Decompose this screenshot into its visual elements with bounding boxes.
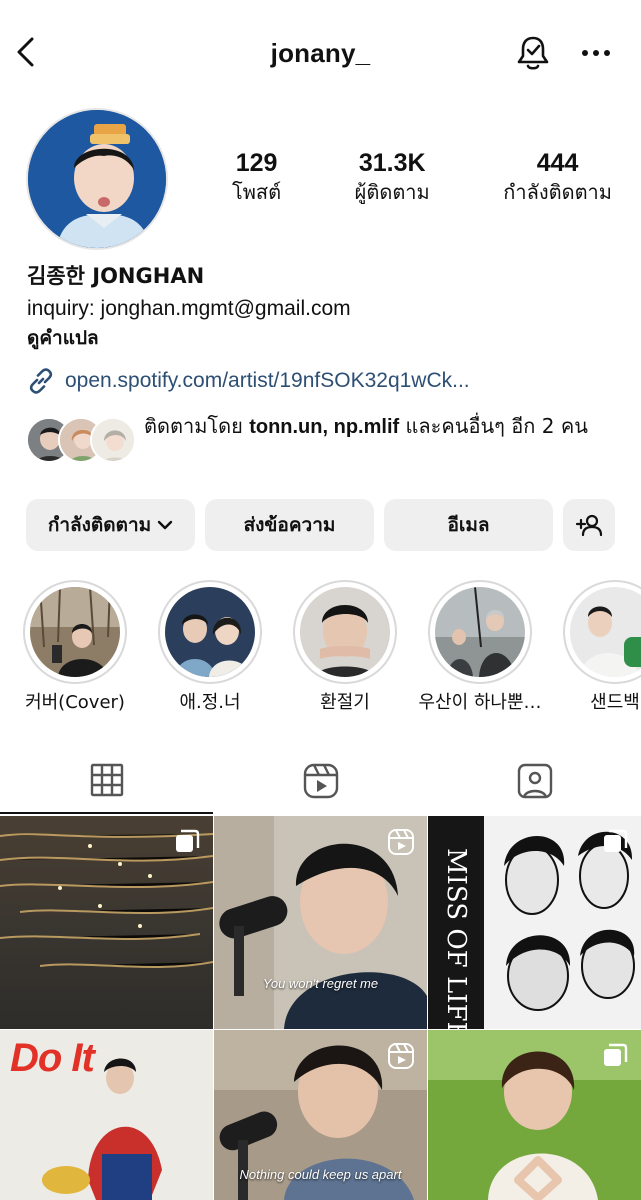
top-bar: jonany_ <box>0 0 641 104</box>
see-translation-link[interactable]: ดูคำแปล <box>27 324 627 352</box>
carousel-icon <box>604 829 628 852</box>
carousel-icon <box>604 1043 628 1066</box>
highlight-label: 샌드백 <box>590 692 640 713</box>
post-thumbnail[interactable]: You won't regret me <box>214 816 427 1029</box>
post-caption: Nothing could keep us apart <box>239 1167 402 1182</box>
post-caption: You won't regret me <box>262 976 379 991</box>
following-button[interactable]: กำลังติดตาม <box>26 499 195 551</box>
chevron-down-icon <box>157 520 173 530</box>
followed-by-suffix: และคนอื่นๆ อีก 2 คน <box>399 414 588 438</box>
link-icon <box>27 366 57 396</box>
profile-tabs <box>0 748 641 814</box>
highlight-ring <box>23 580 127 684</box>
post-thumbnail[interactable]: Do It <box>0 1030 213 1200</box>
followed-by-text: ติดตามโดย tonn.un, np.mlif และคนอื่นๆ อี… <box>144 412 624 441</box>
highlight-item[interactable]: 샌드백 <box>550 580 641 715</box>
separator: , <box>322 416 334 438</box>
posts-grid: You won't regret me MISS OF LIFE Do It N… <box>0 816 641 1200</box>
tab-posts-grid[interactable] <box>0 748 213 814</box>
followers-count: 31.3K <box>358 149 426 177</box>
highlight-label: 커버(Cover) <box>25 692 125 713</box>
suggested-users-button[interactable] <box>563 499 615 551</box>
highlight-label: 애.정.너 <box>179 692 241 713</box>
more-options-button[interactable] <box>576 38 616 68</box>
highlight-item[interactable]: 커버(Cover) <box>10 580 140 715</box>
post-thumbnail[interactable]: MISS OF LIFE <box>428 816 641 1029</box>
highlight-cover <box>435 587 525 677</box>
story-highlights: 커버(Cover) 애.정.너 환절기 우산이 하나뿐… 샌드백 <box>0 580 641 720</box>
highlight-ring <box>563 580 641 684</box>
bio-link-text: open.spotify.com/artist/19nfSOK32q1wCk..… <box>65 369 470 392</box>
email-button-label: อีเมล <box>447 514 490 536</box>
highlight-cover <box>30 587 120 677</box>
post-thumbnail[interactable]: Nothing could keep us apart <box>214 1030 427 1200</box>
avatar[interactable] <box>26 108 168 250</box>
following-button-label: กำลังติดตาม <box>47 514 152 536</box>
display-name: 김종한 JONGHAN <box>27 264 205 288</box>
highlight-ring <box>293 580 397 684</box>
following-count: 444 <box>536 149 579 177</box>
profile-bio: 김종한 JONGHAN inquiry: jonghan.mgmt@gmail.… <box>27 262 627 352</box>
highlight-cover <box>165 587 255 677</box>
bio-text: inquiry: jonghan.mgmt@gmail.com <box>27 297 351 320</box>
reels-icon <box>388 829 414 855</box>
following-stat[interactable]: 444 กำลังติดตาม <box>503 148 612 206</box>
post-thumbnail[interactable] <box>0 816 213 1029</box>
message-button[interactable]: ส่งข้อความ <box>205 499 374 551</box>
followed-by[interactable]: ติดตามโดย tonn.un, np.mlif และคนอื่นๆ อี… <box>26 412 626 472</box>
tab-tagged[interactable] <box>428 748 641 814</box>
highlight-cover <box>300 587 390 677</box>
highlight-label: 우산이 하나뿐… <box>418 692 542 713</box>
posts-label: โพสต์ <box>232 180 282 204</box>
message-button-label: ส่งข้อความ <box>243 514 336 536</box>
reels-icon <box>388 1043 414 1069</box>
notifications-button[interactable] <box>513 33 553 73</box>
tab-reels[interactable] <box>214 748 427 814</box>
followed-by-prefix: ติดตามโดย <box>144 414 250 438</box>
highlight-label: 환절기 <box>320 692 370 713</box>
profile-photo <box>28 110 166 248</box>
profile-stats: 129 โพสต์ 31.3K ผู้ติดตาม 444 กำลังติดตา… <box>232 148 612 206</box>
grid-icon <box>90 763 123 797</box>
profile-actions: กำลังติดตาม ส่งข้อความ อีเมล <box>26 499 615 551</box>
mutual-follower-2[interactable]: np.mlif <box>334 416 400 438</box>
reels-icon <box>303 763 338 799</box>
highlight-item[interactable]: 환절기 <box>280 580 410 715</box>
following-label: กำลังติดตาม <box>503 180 612 204</box>
follower-avatar <box>90 417 136 463</box>
svg-text:MISS OF LIFE: MISS OF LIFE <box>441 848 471 1029</box>
highlight-ring <box>158 580 262 684</box>
carousel-icon <box>176 829 200 852</box>
mutual-follower-1[interactable]: tonn.un <box>249 416 322 438</box>
add-person-icon <box>575 514 603 537</box>
bell-check-icon <box>517 36 549 70</box>
ellipsis-icon <box>582 50 610 56</box>
highlight-ring <box>428 580 532 684</box>
bio-link[interactable]: open.spotify.com/artist/19nfSOK32q1wCk..… <box>27 366 470 396</box>
posts-count: 129 <box>235 149 278 177</box>
followers-label: ผู้ติดตาม <box>354 180 430 204</box>
posts-stat[interactable]: 129 โพสต์ <box>232 148 281 206</box>
followers-stat[interactable]: 31.3K ผู้ติดตาม <box>355 148 430 206</box>
highlight-cover <box>570 587 641 677</box>
highlight-item[interactable]: 애.정.너 <box>145 580 275 715</box>
highlight-item[interactable]: 우산이 하나뿐… <box>415 580 545 715</box>
email-button[interactable]: อีเมล <box>384 499 553 551</box>
post-thumbnail[interactable] <box>428 1030 641 1200</box>
post-title: Do It <box>10 1036 95 1080</box>
tagged-icon <box>517 763 552 799</box>
